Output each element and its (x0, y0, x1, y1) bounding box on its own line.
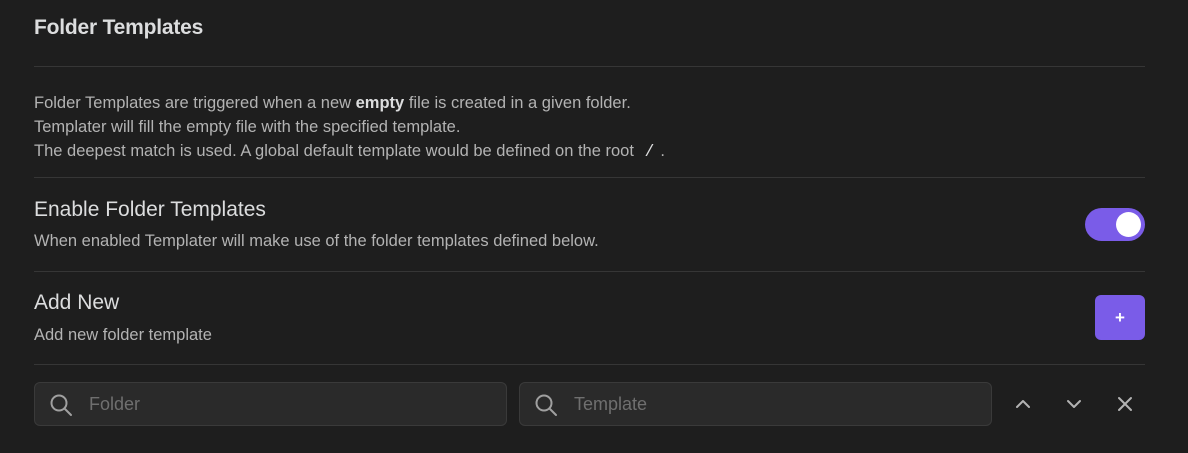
description-bold-text: empty (355, 94, 405, 112)
search-icon (535, 394, 557, 416)
divider (34, 66, 1145, 67)
section-title: Folder Templates (34, 16, 204, 39)
folder-search-field (34, 382, 507, 426)
description-text: Folder Templates are triggered when a ne… (34, 94, 356, 112)
toggle-knob (1116, 212, 1141, 237)
folder-input[interactable] (89, 383, 496, 425)
description-line-1: Folder Templates are triggered when a ne… (34, 91, 665, 115)
move-down-button[interactable] (1061, 391, 1087, 417)
description-text: file is created in a given folder. (404, 94, 631, 112)
template-search-field (519, 382, 992, 426)
divider (34, 271, 1145, 272)
add-folder-template-button[interactable]: + (1095, 295, 1145, 340)
search-icon (50, 394, 72, 416)
description-line-2: Templater will fill the empty file with … (34, 118, 461, 136)
divider (34, 177, 1145, 178)
chevron-up-icon (1016, 400, 1030, 408)
description-line-3: The deepest match is used. A global defa… (34, 139, 665, 164)
enable-setting-description: When enabled Templater will make use of … (34, 232, 599, 250)
description-text: . (660, 142, 665, 160)
add-setting-description: Add new folder template (34, 326, 212, 344)
divider (34, 364, 1145, 365)
close-icon (1118, 397, 1132, 411)
enable-setting-name: Enable Folder Templates (34, 198, 266, 221)
description-text: The deepest match is used. A global defa… (34, 142, 639, 160)
section-description: Folder Templates are triggered when a ne… (34, 91, 665, 164)
chevron-down-icon (1067, 400, 1081, 408)
enable-folder-templates-toggle[interactable] (1085, 208, 1145, 241)
delete-template-button[interactable] (1112, 391, 1138, 417)
add-setting-name: Add New (34, 291, 120, 314)
move-up-button[interactable] (1010, 391, 1036, 417)
folder-templates-settings: Folder Templates Folder Templates are tr… (0, 0, 1188, 453)
root-path-code: / (644, 142, 655, 161)
template-input[interactable] (574, 383, 981, 425)
